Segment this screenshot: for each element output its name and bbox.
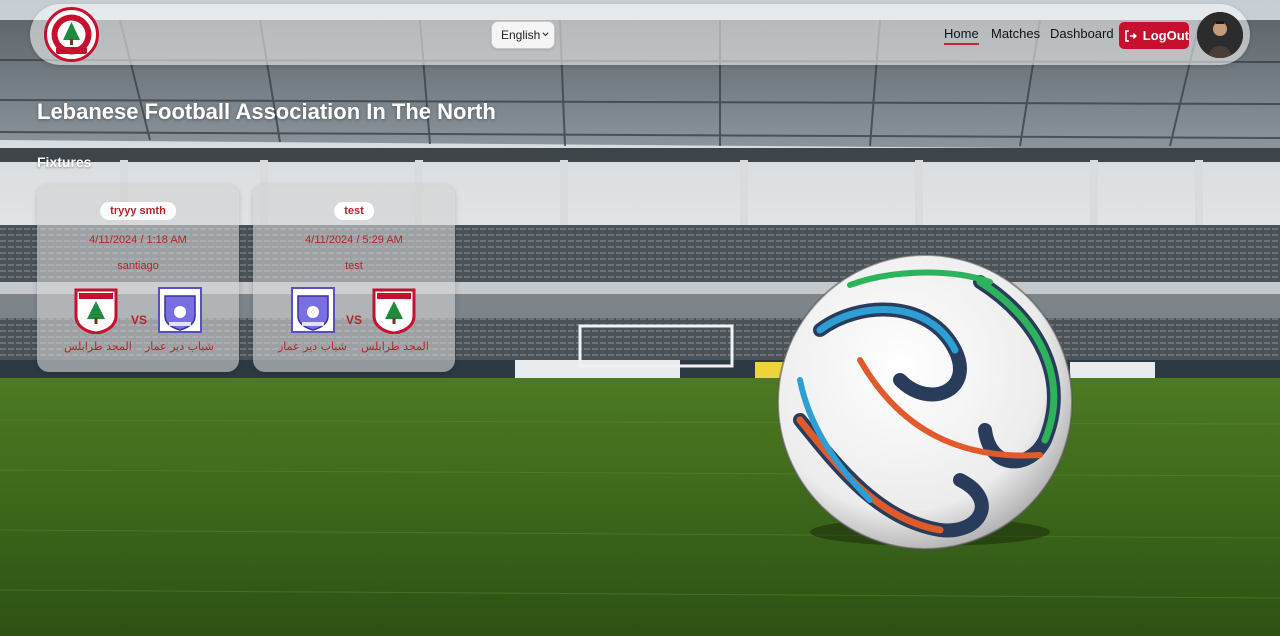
language-select[interactable]: English xyxy=(491,21,555,49)
away-team-name: شباب دير عمار xyxy=(145,340,214,353)
fixture-venue: test xyxy=(345,260,363,272)
fixtures-heading: Fixtures xyxy=(37,154,92,170)
nav-link-home[interactable]: Home xyxy=(944,26,979,45)
away-team-logo xyxy=(371,286,417,335)
fixture-datetime: 4/11/2024 / 5:29 AM xyxy=(305,234,403,246)
logout-icon xyxy=(1125,29,1137,42)
home-team-name: المجد طرابلس xyxy=(64,340,132,353)
home-team-logo xyxy=(290,286,336,334)
avatar[interactable] xyxy=(1197,12,1243,58)
fixture-name: tryyy smth xyxy=(100,202,176,220)
top-navbar: English Home Matches Dashboard LogOut xyxy=(30,4,1250,65)
fixture-venue: santiago xyxy=(117,260,159,272)
vs-label: VS xyxy=(131,313,148,327)
home-team-name: شباب دير عمار xyxy=(278,340,347,353)
fixture-datetime: 4/11/2024 / 1:18 AM xyxy=(89,234,187,246)
fixture-card[interactable]: test 4/11/2024 / 5:29 AM test VS شباب دي… xyxy=(253,184,455,372)
fixture-name: test xyxy=(334,202,374,220)
away-team-logo xyxy=(157,286,203,334)
lebanon-fa-logo[interactable] xyxy=(44,7,99,62)
chevron-down-icon xyxy=(542,32,549,37)
logout-button[interactable]: LogOut xyxy=(1119,22,1189,49)
logout-label: LogOut xyxy=(1142,28,1189,43)
fixture-card[interactable]: tryyy smth 4/11/2024 / 1:18 AM santiago … xyxy=(37,184,239,372)
nav-link-dashboard[interactable]: Dashboard xyxy=(1050,26,1114,41)
language-select-value: English xyxy=(501,28,541,42)
home-team-logo xyxy=(73,286,119,335)
page-title: Lebanese Football Association In The Nor… xyxy=(37,99,496,124)
vs-label: VS xyxy=(346,313,363,327)
away-team-name: المجد طرابلس xyxy=(361,340,429,353)
nav-link-matches[interactable]: Matches xyxy=(991,26,1040,41)
